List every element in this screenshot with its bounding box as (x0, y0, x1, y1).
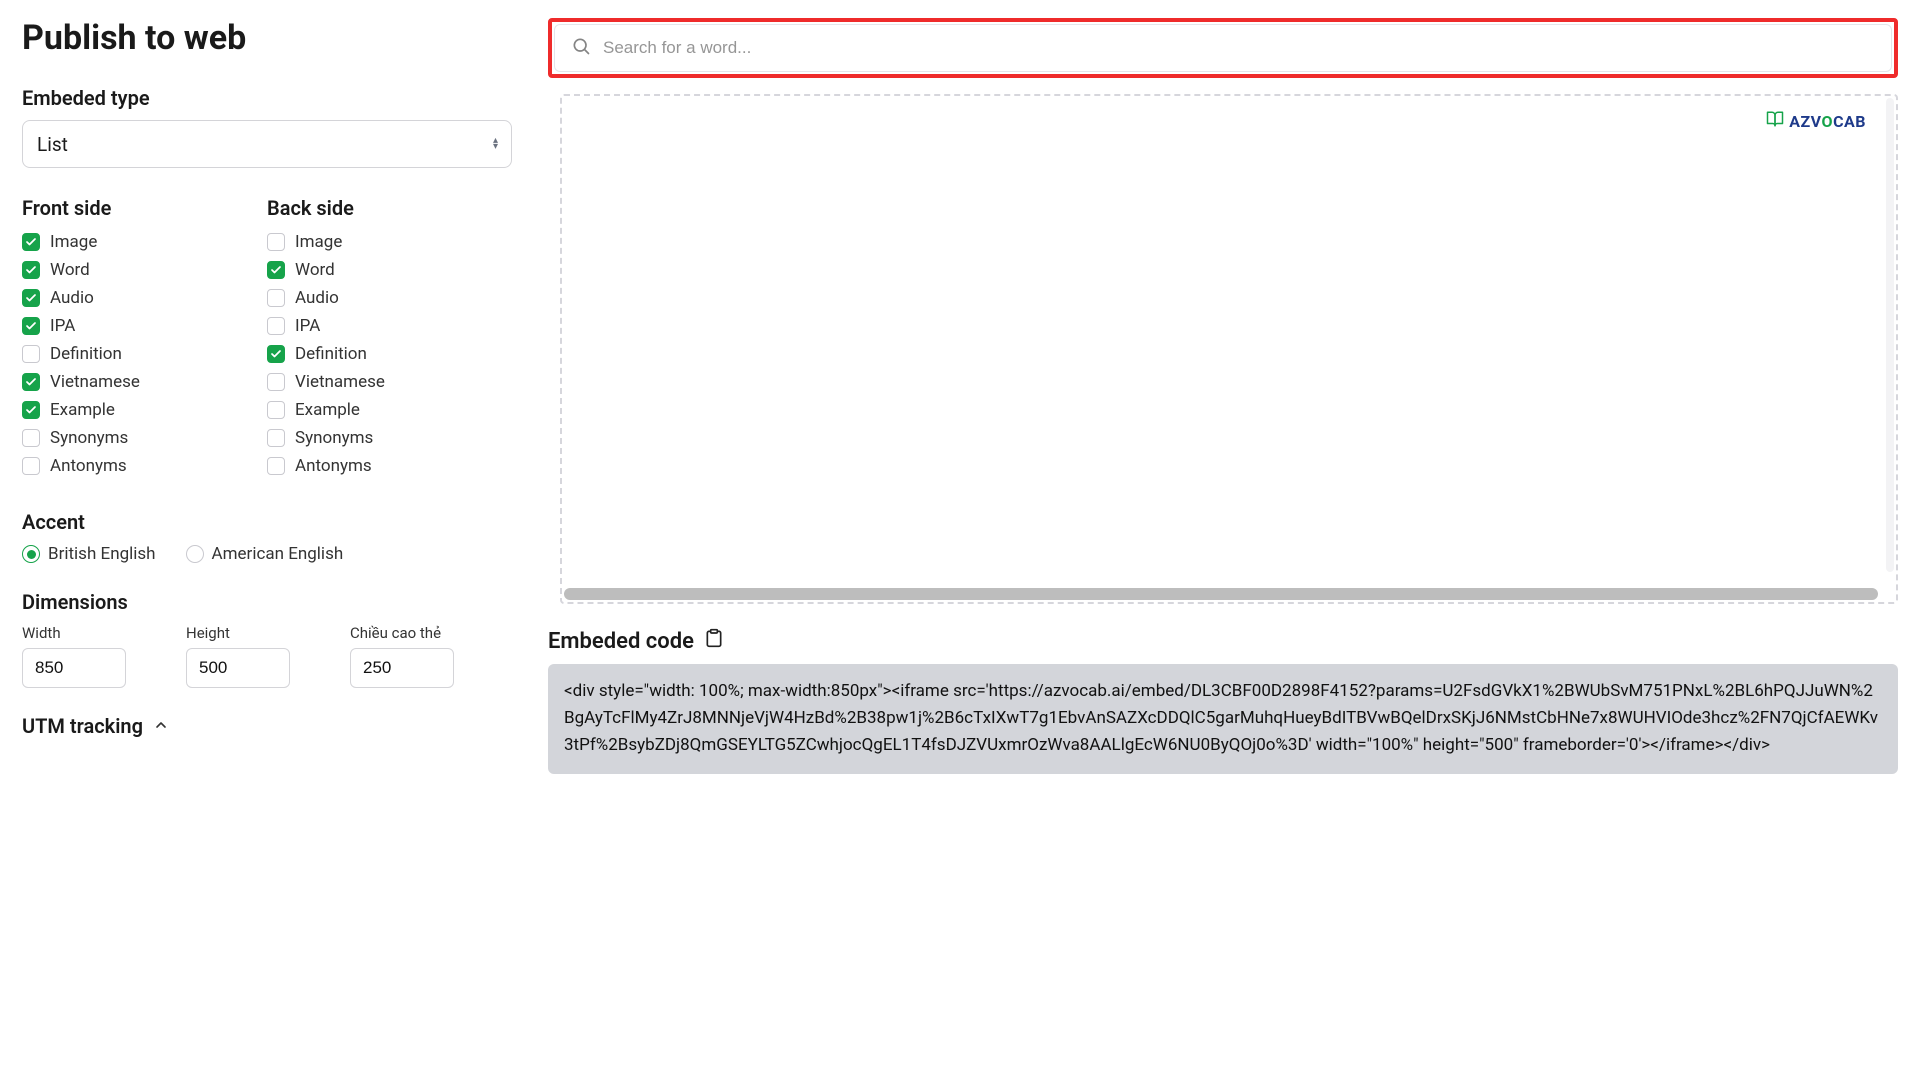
embed-code-box[interactable]: <div style="width: 100%; max-width:850px… (548, 664, 1898, 774)
checkbox-label: Synonyms (295, 428, 373, 448)
embed-code-label: Embeded code (548, 629, 694, 654)
checkbox-label: IPA (50, 316, 75, 336)
radio-icon (186, 545, 204, 563)
utm-tracking-toggle[interactable]: UTM tracking (22, 714, 512, 738)
width-label: Width (22, 624, 126, 642)
front-item-synonyms: Synonyms (22, 428, 267, 448)
checkbox-label: Synonyms (50, 428, 128, 448)
checkbox[interactable] (22, 373, 40, 391)
back-item-image: Image (267, 232, 512, 252)
checkbox-label: Antonyms (295, 456, 372, 476)
checkbox-label: Definition (295, 344, 367, 364)
checkbox-label: Image (295, 232, 342, 252)
checkbox[interactable] (267, 373, 285, 391)
checkbox[interactable] (22, 317, 40, 335)
accent-option-british-english[interactable]: British English (22, 544, 156, 564)
checkbox[interactable] (22, 345, 40, 363)
checkbox-label: IPA (295, 316, 320, 336)
checkbox-label: Antonyms (50, 456, 127, 476)
chevron-up-icon (153, 714, 169, 738)
width-input[interactable] (22, 648, 126, 688)
back-item-example: Example (267, 400, 512, 420)
checkbox[interactable] (22, 261, 40, 279)
checkbox-label: Word (295, 260, 335, 280)
copy-icon[interactable] (704, 628, 724, 654)
search-input[interactable] (603, 38, 1875, 58)
front-item-ipa: IPA (22, 316, 267, 336)
checkbox-label: Vietnamese (50, 372, 140, 392)
checkbox[interactable] (267, 317, 285, 335)
utm-label: UTM tracking (22, 714, 143, 738)
checkbox[interactable] (22, 233, 40, 251)
checkbox[interactable] (267, 289, 285, 307)
front-item-image: Image (22, 232, 267, 252)
checkbox-label: Definition (50, 344, 122, 364)
checkbox[interactable] (22, 401, 40, 419)
front-side-title: Front side (22, 196, 267, 220)
preview-scrollbar-vertical[interactable] (1886, 98, 1894, 572)
checkbox-label: Example (50, 400, 115, 420)
book-icon (1765, 110, 1785, 132)
radio-label: British English (48, 544, 156, 564)
embed-preview: AZVOCAB (560, 94, 1898, 604)
back-item-antonyms: Antonyms (267, 456, 512, 476)
brand-text: AZVOCAB (1789, 112, 1866, 131)
front-item-vietnamese: Vietnamese (22, 372, 267, 392)
checkbox[interactable] (267, 261, 285, 279)
brand-logo: AZVOCAB (1765, 110, 1866, 132)
front-item-word: Word (22, 260, 267, 280)
search-bar[interactable] (554, 24, 1892, 72)
card-height-label: Chiều cao thẻ (350, 624, 454, 642)
checkbox[interactable] (22, 429, 40, 447)
front-item-definition: Definition (22, 344, 267, 364)
accent-radio-group: British English American English (22, 544, 512, 564)
front-side-list: Image Word Audio IPA Definition Vietnamese Exa… (22, 232, 267, 476)
dimensions-label: Dimensions (22, 590, 512, 614)
checkbox[interactable] (267, 401, 285, 419)
search-highlight-frame (548, 18, 1898, 78)
checkbox[interactable] (267, 233, 285, 251)
radio-label: American English (212, 544, 344, 564)
radio-icon (22, 545, 40, 563)
embed-type-value: List (37, 133, 68, 156)
accent-option-american-english[interactable]: American English (186, 544, 344, 564)
front-item-audio: Audio (22, 288, 267, 308)
back-item-ipa: IPA (267, 316, 512, 336)
checkbox-label: Audio (50, 288, 94, 308)
back-item-definition: Definition (267, 344, 512, 364)
embed-type-label: Embeded type (22, 86, 512, 110)
search-icon (571, 36, 591, 60)
front-item-antonyms: Antonyms (22, 456, 267, 476)
checkbox[interactable] (267, 457, 285, 475)
preview-scrollbar-horizontal[interactable] (564, 588, 1878, 600)
accent-label: Accent (22, 510, 512, 534)
back-item-synonyms: Synonyms (267, 428, 512, 448)
back-item-vietnamese: Vietnamese (267, 372, 512, 392)
page-title: Publish to web (22, 18, 512, 58)
height-input[interactable] (186, 648, 290, 688)
checkbox-label: Audio (295, 288, 339, 308)
checkbox[interactable] (22, 457, 40, 475)
checkbox-label: Word (50, 260, 90, 280)
back-item-word: Word (267, 260, 512, 280)
checkbox[interactable] (267, 345, 285, 363)
height-label: Height (186, 624, 290, 642)
back-side-list: Image Word Audio IPA Definition Vietnamese Exa… (267, 232, 512, 476)
checkbox-label: Image (50, 232, 97, 252)
card-height-input[interactable] (350, 648, 454, 688)
chevron-updown-icon: ▴▾ (493, 138, 498, 150)
checkbox-label: Example (295, 400, 360, 420)
back-side-title: Back side (267, 196, 512, 220)
checkbox[interactable] (22, 289, 40, 307)
checkbox-label: Vietnamese (295, 372, 385, 392)
checkbox[interactable] (267, 429, 285, 447)
embed-type-select[interactable]: List (22, 120, 512, 168)
back-item-audio: Audio (267, 288, 512, 308)
front-item-example: Example (22, 400, 267, 420)
